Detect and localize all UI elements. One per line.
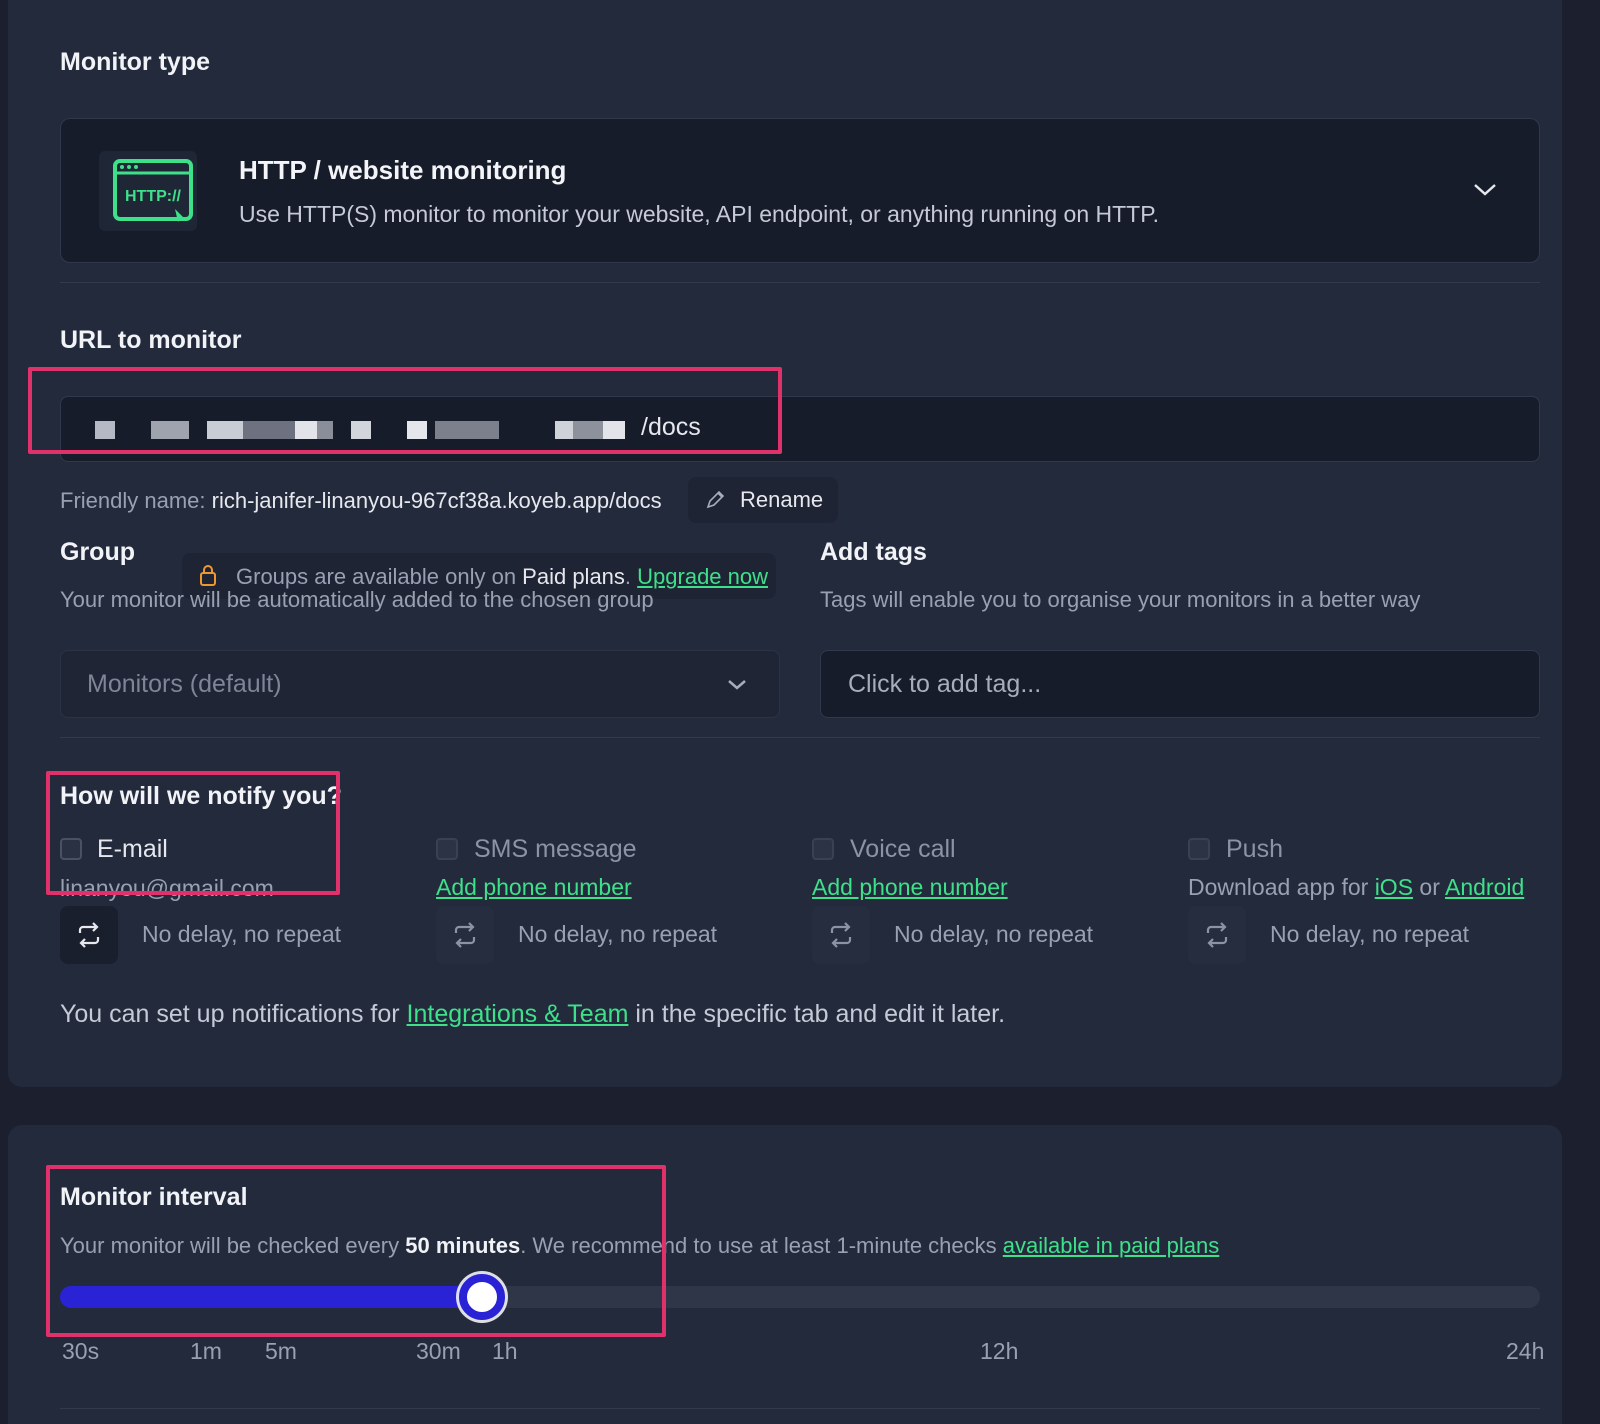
notify-heading: How will we notify you? <box>60 782 342 810</box>
divider <box>60 1408 1540 1409</box>
monitor-type-description: Use HTTP(S) monitor to monitor your webs… <box>239 201 1159 227</box>
voice-repeat-text: No delay, no repeat <box>894 921 1094 947</box>
repeat-icon <box>1206 922 1228 948</box>
friendly-name-label: Friendly name: <box>60 488 212 513</box>
interval-desc-text: Your monitor will be checked every <box>60 1233 406 1258</box>
push-download-text: Download app for iOS or Android <box>1188 874 1524 901</box>
email-checkbox[interactable] <box>60 838 82 860</box>
notify-footer: You can set up notifications for Integra… <box>60 1000 1005 1029</box>
slider-fill <box>60 1286 492 1308</box>
rename-label: Rename <box>740 487 824 512</box>
sms-checkbox[interactable] <box>436 838 458 860</box>
interval-slider[interactable] <box>60 1274 1540 1320</box>
push-checkbox[interactable] <box>1188 838 1210 860</box>
sms-repeat-text: No delay, no repeat <box>518 921 718 947</box>
chevron-down-icon <box>728 680 746 690</box>
repeat-icon <box>454 922 476 948</box>
tag-input-field[interactable] <box>821 651 1539 717</box>
url-input[interactable]: /docs <box>60 396 1540 462</box>
monitor-type-heading: Monitor type <box>60 48 210 76</box>
tag-input[interactable] <box>820 650 1540 718</box>
sms-add-phone-link[interactable]: Add phone number <box>436 874 632 901</box>
tags-heading: Add tags <box>820 538 927 566</box>
ios-link[interactable]: iOS <box>1375 874 1413 900</box>
lock-icon <box>200 565 216 586</box>
interval-value: 50 minutes <box>405 1233 521 1258</box>
tick-5m: 5m <box>265 1338 297 1364</box>
badge-period: . <box>624 564 638 589</box>
sms-repeat-button[interactable] <box>436 906 494 964</box>
push-label: Push <box>1226 835 1283 863</box>
tick-30m: 30m <box>416 1338 461 1364</box>
tick-1h: 1h <box>492 1338 518 1364</box>
pencil-icon <box>706 490 725 509</box>
voice-label: Voice call <box>850 835 956 863</box>
url-heading: URL to monitor <box>60 326 242 354</box>
http-icon-text: HTTP:// <box>125 188 182 205</box>
chevron-down-icon[interactable] <box>1471 181 1499 199</box>
email-repeat-button[interactable] <box>60 906 118 964</box>
rename-button[interactable]: Rename <box>688 477 838 523</box>
push-repeat-button[interactable] <box>1188 906 1246 964</box>
friendly-name: Friendly name: rich-janifer-linanyou-967… <box>60 488 662 514</box>
push-or-text: or <box>1413 874 1445 900</box>
friendly-name-value: rich-janifer-linanyou-967cf38a.koyeb.app… <box>211 488 662 513</box>
monitor-type-title: HTTP / website monitoring <box>239 155 567 185</box>
voice-add-phone-link[interactable]: Add phone number <box>812 874 1008 901</box>
repeat-icon <box>830 922 852 948</box>
group-select[interactable]: Monitors (default) <box>60 650 780 718</box>
tick-12h: 12h <box>980 1338 1019 1364</box>
push-download-label: Download app for <box>1188 874 1375 900</box>
badge-paid-plans: Paid plans <box>522 564 625 589</box>
voice-checkbox[interactable] <box>812 838 834 860</box>
notify-footer-text: You can set up notifications for <box>60 1000 407 1028</box>
push-repeat-text: No delay, no repeat <box>1270 921 1470 947</box>
interval-description: Your monitor will be checked every 50 mi… <box>60 1233 1219 1259</box>
tick-1m: 1m <box>190 1338 222 1364</box>
tags-description: Tags will enable you to organise your mo… <box>820 587 1421 612</box>
repeat-icon <box>78 922 100 948</box>
sms-label: SMS message <box>474 835 637 863</box>
monitor-type-select[interactable]: HTTP:// HTTP / website monitoring Use HT… <box>60 118 1540 263</box>
interval-desc-text-2: . We recommend to use at least 1-minute … <box>520 1233 1003 1258</box>
email-repeat-text: No delay, no repeat <box>142 921 342 947</box>
slider-thumb[interactable] <box>459 1274 505 1320</box>
tick-24h: 24h <box>1506 1338 1545 1364</box>
email-address: linanyou@gmail.com <box>60 875 274 901</box>
email-label: E-mail <box>97 835 168 863</box>
divider <box>60 737 1540 738</box>
tick-30s: 30s <box>62 1338 100 1364</box>
interval-heading: Monitor interval <box>60 1183 248 1211</box>
interval-card <box>8 1125 1562 1424</box>
group-selected: Monitors (default) <box>87 670 282 698</box>
group-heading: Group <box>60 538 135 566</box>
android-link[interactable]: Android <box>1445 874 1524 900</box>
group-description: Your monitor will be automatically added… <box>60 587 654 612</box>
upgrade-now-link[interactable]: Upgrade now <box>637 564 768 589</box>
notify-footer-text-end: in the specific tab and edit it later. <box>628 1000 1006 1028</box>
url-value: /docs <box>641 413 701 441</box>
integrations-team-link[interactable]: Integrations & Team <box>407 1000 629 1028</box>
divider <box>60 282 1540 283</box>
badge-text: Groups are available only on <box>236 564 523 589</box>
paid-plans-link[interactable]: available in paid plans <box>1003 1233 1220 1258</box>
voice-repeat-button[interactable] <box>812 906 870 964</box>
http-icon: HTTP:// <box>99 151 197 231</box>
